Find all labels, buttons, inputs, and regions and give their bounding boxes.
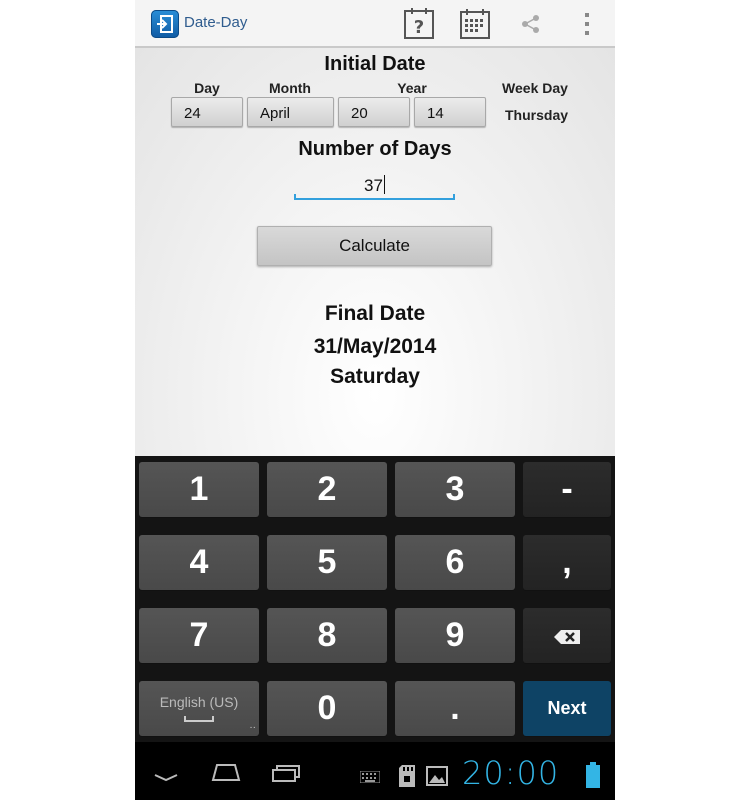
calendar-icon[interactable] — [459, 8, 491, 45]
system-bar: 20:00 — [135, 742, 615, 800]
key-period[interactable]: . — [395, 681, 515, 736]
help-icon[interactable]: ? — [403, 8, 435, 45]
key-8[interactable]: 8 — [267, 608, 387, 663]
key-5[interactable]: 5 — [267, 535, 387, 590]
year-label: Year — [397, 80, 427, 96]
key-3[interactable]: 3 — [395, 462, 515, 517]
month-spinner[interactable]: April — [247, 97, 334, 127]
action-bar: Date-Day ? — [135, 0, 615, 48]
year-spinner[interactable]: 14 — [414, 97, 486, 127]
final-date-value: 31/May/2014 — [313, 335, 437, 358]
language-space-key[interactable]: English (US) ·· — [139, 681, 259, 736]
next-key[interactable]: Next — [523, 681, 611, 736]
key-1[interactable]: 1 — [139, 462, 259, 517]
back-icon[interactable] — [153, 769, 179, 787]
recent-apps-icon[interactable] — [272, 764, 300, 787]
sd-card-icon — [398, 764, 416, 793]
initial-week-day: Thursday — [505, 107, 569, 123]
battery-icon — [586, 762, 600, 793]
key-6[interactable]: 6 — [395, 535, 515, 590]
key-9[interactable]: 9 — [395, 608, 515, 663]
final-date-heading: Final Date — [324, 302, 426, 325]
number-of-days-value: 37 — [364, 176, 383, 195]
month-label: Month — [269, 80, 311, 96]
key-7[interactable]: 7 — [139, 608, 259, 663]
home-icon[interactable] — [211, 762, 241, 787]
app-icon[interactable] — [151, 10, 179, 38]
initial-date-heading: Initial Date — [324, 53, 426, 75]
space-bar-icon — [184, 716, 214, 722]
svg-text:?: ? — [414, 17, 424, 38]
key-4[interactable]: 4 — [139, 535, 259, 590]
text-cursor — [383, 175, 385, 194]
day-label: Day — [194, 80, 220, 96]
language-label: English (US) — [159, 694, 239, 710]
share-icon[interactable] — [521, 14, 541, 39]
main-content: Initial Date Day Month Year Week Day 24 … — [135, 48, 615, 456]
week-day-label: Week Day — [502, 80, 568, 96]
app-title: Date-Day — [184, 14, 248, 31]
final-week-day: Saturday — [330, 365, 420, 388]
key-minus[interactable]: - — [523, 462, 611, 517]
device-screen: Date-Day ? Initial Date Day Month Year W… — [135, 0, 615, 800]
gallery-icon — [426, 766, 448, 791]
number-of-days-heading: Number of Days — [298, 138, 452, 160]
keyboard-icon — [359, 770, 381, 788]
key-comma[interactable]: , — [523, 535, 611, 590]
year-century-spinner[interactable]: 20 — [338, 97, 410, 127]
key-0[interactable]: 0 — [267, 681, 387, 736]
day-spinner[interactable]: 24 — [171, 97, 243, 127]
backspace-key[interactable] — [523, 608, 611, 663]
status-clock: 20:00 — [462, 754, 560, 792]
key-2[interactable]: 2 — [267, 462, 387, 517]
backspace-icon — [554, 630, 580, 645]
more-keys-dots: ·· — [249, 722, 256, 733]
overflow-menu-icon[interactable] — [583, 12, 591, 41]
calculate-button[interactable]: Calculate — [257, 226, 492, 266]
numeric-keyboard: 1 2 3 - 4 5 6 , 7 8 9 English (US) ·· 0 … — [135, 456, 615, 742]
input-underline — [294, 194, 455, 200]
